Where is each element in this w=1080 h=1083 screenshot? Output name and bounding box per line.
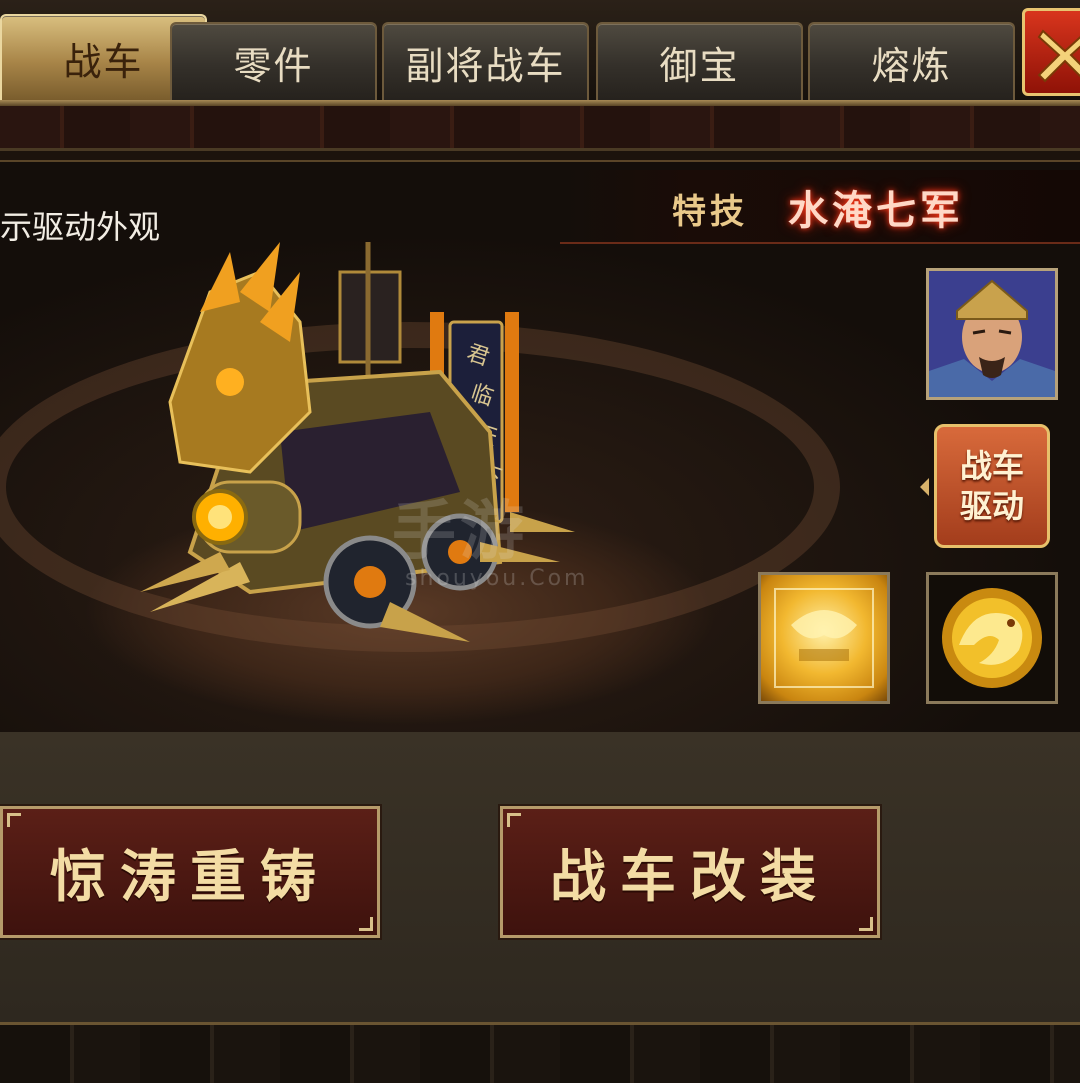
- tab-treasure[interactable]: 御宝: [596, 22, 803, 100]
- modify-chariot-button[interactable]: 战车改装: [498, 804, 882, 940]
- tab-parts[interactable]: 零件: [170, 22, 377, 100]
- tab-deputy-chariot[interactable]: 副将战车: [382, 22, 589, 100]
- general-portrait[interactable]: [926, 268, 1058, 400]
- golden-dragon-icon: [942, 588, 1042, 688]
- watermark-logo: 手游: [392, 495, 528, 569]
- close-x-icon: [1037, 29, 1080, 83]
- decorative-border: [0, 106, 1080, 151]
- drive-button-line1: 战车: [959, 447, 1024, 485]
- skill-banner: 特技 水淹七军: [560, 170, 1080, 244]
- treasure-slot-dragon[interactable]: [926, 572, 1058, 704]
- watermark-url: shouyou.Com: [405, 566, 589, 591]
- chariot-drive-button[interactable]: 战车 驱动: [934, 424, 1050, 548]
- recast-button[interactable]: 惊涛重铸: [0, 804, 382, 940]
- general-avatar-icon: [929, 271, 1055, 397]
- drive-button-line2: 驱动: [959, 487, 1024, 525]
- tab-bar: 战车 零件 副将战车 御宝 熔炼: [0, 0, 1080, 106]
- tab-smelt[interactable]: 熔炼: [808, 22, 1015, 100]
- skill-name: 水淹七军: [788, 187, 964, 234]
- chariot-display-panel: 示驱动外观 特技 水淹七军 君 临 天 下: [0, 160, 1080, 734]
- treasure-slot-seal[interactable]: [758, 572, 890, 704]
- close-button[interactable]: [1022, 8, 1080, 96]
- footer-border: [0, 1022, 1080, 1083]
- arrow-left-icon: [920, 478, 929, 496]
- golden-seal-icon: [774, 588, 874, 688]
- skill-label: 特技: [672, 192, 748, 232]
